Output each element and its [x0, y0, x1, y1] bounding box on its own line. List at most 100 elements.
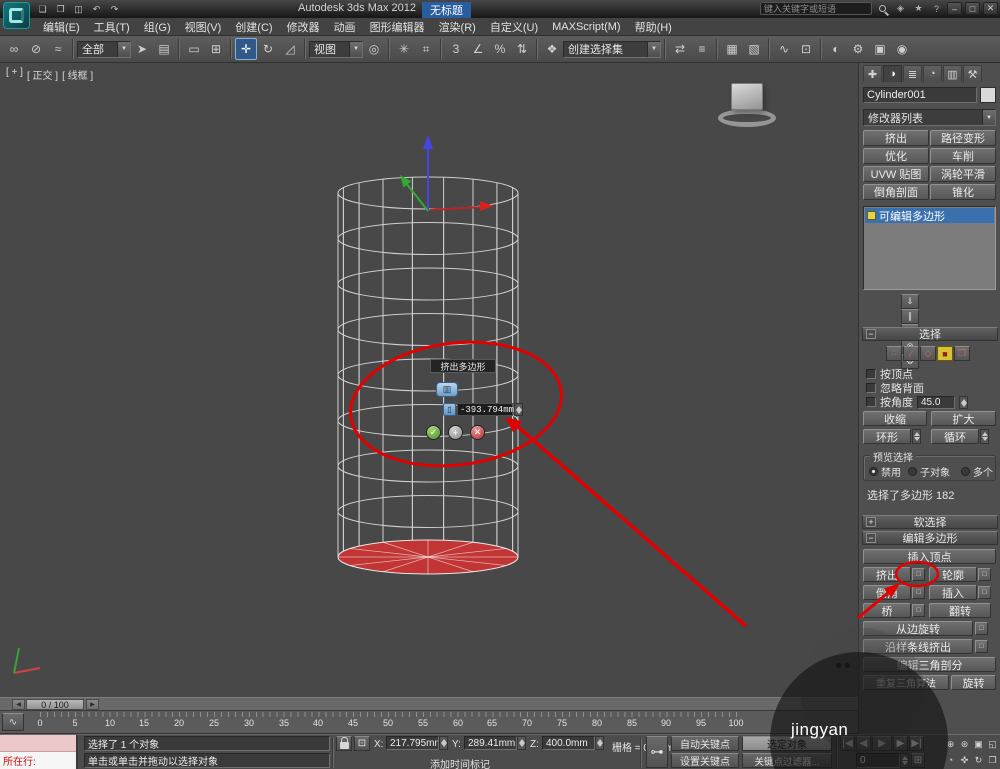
- modifier-button-pathdeform[interactable]: 路径变形: [930, 130, 996, 146]
- y-spinner[interactable]: [517, 736, 526, 750]
- open-file-icon[interactable]: ❐: [52, 2, 69, 16]
- absolute-mode-toggle[interactable]: ⊡: [354, 736, 370, 751]
- angle-snap-icon[interactable]: ∠: [467, 38, 489, 60]
- rendered-frame-window-icon[interactable]: ▣: [869, 38, 891, 60]
- selection-filter-dropdown[interactable]: 全部 ▼: [77, 40, 131, 58]
- select-and-rotate-icon[interactable]: ↻: [257, 38, 279, 60]
- curve-editor-icon[interactable]: ∿: [773, 38, 795, 60]
- preview-subobj-option[interactable]: 子对象: [908, 464, 950, 479]
- render-production-icon[interactable]: ◉: [891, 38, 913, 60]
- select-and-move-icon[interactable]: ✛: [235, 38, 257, 60]
- viewcube[interactable]: [716, 79, 780, 137]
- search-input[interactable]: [760, 2, 872, 15]
- viewport-menu-pov[interactable]: [ 正交 ]: [27, 67, 58, 82]
- select-object-icon[interactable]: ➤: [131, 38, 153, 60]
- window-crossing-icon[interactable]: ⊞: [205, 38, 227, 60]
- select-and-scale-icon[interactable]: ◿: [279, 38, 301, 60]
- extrusion-height-field[interactable]: -393.794mm: [457, 403, 514, 416]
- named-selection-set-dropdown[interactable]: 创建选择集 ▼: [563, 40, 661, 58]
- extrude-button[interactable]: 挤出: [863, 567, 911, 582]
- modifier-button-turbosmooth[interactable]: 涡轮平滑: [930, 166, 996, 182]
- shrink-button[interactable]: 收缩: [863, 411, 927, 426]
- modifier-button-taper[interactable]: 锥化: [930, 184, 996, 200]
- subobject-element-icon[interactable]: ❒: [954, 346, 970, 361]
- pin-stack-icon[interactable]: ⇓: [901, 294, 919, 309]
- inset-settings-button[interactable]: □: [978, 586, 991, 599]
- bevel-button[interactable]: 倒角: [863, 585, 911, 600]
- layer-manager-icon[interactable]: ▦: [721, 38, 743, 60]
- search-icon[interactable]: [875, 2, 890, 15]
- modifier-stack[interactable]: 可编辑多边形: [863, 206, 996, 290]
- listener-script-pane[interactable]: 所在行:: [0, 752, 76, 769]
- menu-graph-editors[interactable]: 图形编辑器: [363, 18, 432, 35]
- bridge-settings-button[interactable]: □: [912, 604, 925, 617]
- percent-snap-icon[interactable]: %: [489, 38, 511, 60]
- time-slider-track[interactable]: ◀ 0 / 100 ▶: [0, 697, 858, 711]
- menu-rendering[interactable]: 渲染(R): [432, 18, 483, 35]
- by-angle-value-field[interactable]: 45.0: [917, 395, 955, 409]
- x-coordinate-field[interactable]: 217.795mm: [386, 736, 439, 750]
- help-icon[interactable]: ?: [929, 2, 944, 15]
- preview-multi-option[interactable]: 多个: [961, 464, 993, 479]
- auto-key-button[interactable]: 自动关键点: [671, 736, 739, 751]
- select-and-link-icon[interactable]: ∞: [3, 38, 25, 60]
- time-slider-prev-icon[interactable]: ◀: [12, 699, 25, 710]
- grow-button[interactable]: 扩大: [931, 411, 996, 426]
- menu-customize[interactable]: 自定义(U): [483, 18, 545, 35]
- outline-settings-button[interactable]: □: [978, 568, 991, 581]
- select-by-name-icon[interactable]: ▤: [153, 38, 175, 60]
- set-keys-button[interactable]: ⊶: [646, 736, 668, 768]
- spinner-snap-icon[interactable]: ⇅: [511, 38, 533, 60]
- mini-curve-editor-icon[interactable]: ∿: [2, 713, 24, 731]
- bevel-settings-button[interactable]: □: [912, 586, 925, 599]
- mirror-icon[interactable]: ⇄: [669, 38, 691, 60]
- x-spinner[interactable]: [439, 736, 448, 750]
- subobject-polygon-icon[interactable]: ■: [937, 346, 953, 361]
- menu-create[interactable]: 创建(C): [228, 18, 279, 35]
- modifier-button-extrude[interactable]: 挤出: [863, 130, 929, 146]
- app-logo-icon[interactable]: [3, 2, 30, 29]
- extrusion-type-button[interactable]: ▥: [436, 382, 458, 397]
- zoom-extents-icon[interactable]: ▣: [972, 737, 985, 751]
- subobject-border-icon[interactable]: ◇: [920, 346, 936, 361]
- subobject-edge-icon[interactable]: ∕: [903, 346, 919, 361]
- tab-hierarchy[interactable]: ≣: [903, 65, 922, 82]
- preview-multi-radio[interactable]: [961, 467, 970, 476]
- modifier-button-lathe[interactable]: 车削: [930, 148, 996, 164]
- modifier-list-dropdown[interactable]: 修改器列表 ▼: [863, 109, 996, 126]
- coordinate-system-dropdown[interactable]: 视图 ▼: [309, 40, 363, 58]
- menu-edit[interactable]: 编辑(E): [36, 18, 87, 35]
- maximize-button[interactable]: □: [965, 2, 980, 15]
- turn-button[interactable]: 旋转: [951, 675, 996, 690]
- preview-off-option[interactable]: 禁用: [869, 464, 901, 479]
- selected-polygon-cap[interactable]: [337, 539, 519, 575]
- bridge-button[interactable]: 桥: [863, 603, 911, 618]
- height-spinner[interactable]: [514, 403, 523, 416]
- object-name-field[interactable]: Cylinder001: [863, 87, 977, 103]
- viewport-menu-shading[interactable]: [ 线框 ]: [62, 67, 93, 82]
- ignore-backfacing-checkbox[interactable]: [866, 383, 876, 393]
- caddy-cancel-button[interactable]: ✕: [470, 425, 485, 440]
- favorites-star-icon[interactable]: ★: [911, 2, 926, 15]
- subobject-vertex-icon[interactable]: ∴: [886, 346, 902, 361]
- hinge-from-edge-settings-button[interactable]: □: [975, 622, 988, 635]
- maximize-viewport-icon[interactable]: ❒: [986, 753, 999, 767]
- by-angle-checkbox[interactable]: [866, 397, 876, 407]
- viewport-menu-general[interactable]: [ + ]: [6, 67, 23, 82]
- tab-modify[interactable]: ◑: [883, 65, 902, 82]
- menu-views[interactable]: 视图(V): [178, 18, 229, 35]
- material-editor-icon[interactable]: ◐: [825, 38, 847, 60]
- close-button[interactable]: ✕: [983, 2, 998, 15]
- track-bar[interactable]: ∿ 0 5 10 15 20 25 30 35 40 45 50 55 60 6…: [0, 711, 858, 734]
- caddy-apply-button[interactable]: +: [448, 425, 463, 440]
- set-key-button[interactable]: 设置关键点: [671, 753, 739, 768]
- schematic-view-icon[interactable]: ⊡: [795, 38, 817, 60]
- pan-icon[interactable]: ✜: [958, 753, 971, 767]
- undo-icon[interactable]: ↶: [88, 2, 105, 16]
- stack-item-editable-poly[interactable]: 可编辑多边形: [865, 208, 994, 223]
- menu-modifiers[interactable]: 修改器: [280, 18, 327, 35]
- new-scene-icon[interactable]: ❏: [34, 2, 51, 16]
- inset-button[interactable]: 插入: [929, 585, 977, 600]
- ribbon-toggle-icon[interactable]: ▧: [743, 38, 765, 60]
- by-vertex-checkbox[interactable]: [866, 369, 876, 379]
